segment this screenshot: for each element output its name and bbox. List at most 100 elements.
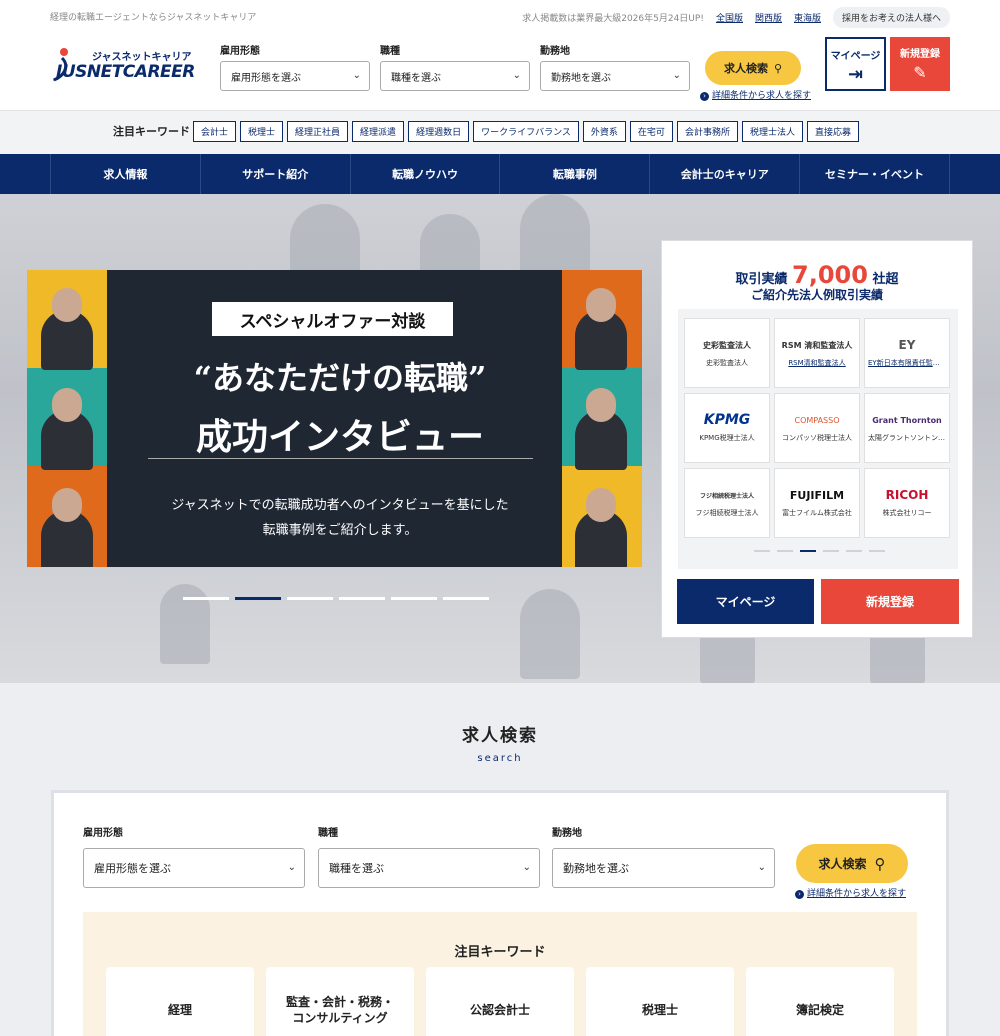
client-name: 太陽グラントソントン税理士法人 bbox=[868, 434, 946, 442]
slider-dot[interactable] bbox=[777, 550, 793, 552]
client-count: 7,000 bbox=[792, 261, 868, 289]
header-employment-field: 雇用形態 雇用形態を選ぶ ⌄ bbox=[220, 42, 370, 91]
client-slider-dots bbox=[754, 550, 885, 552]
keyword-tag[interactable]: 直接応募 bbox=[806, 121, 859, 142]
keyword-card-cpa[interactable]: 公認会計士 bbox=[426, 967, 574, 1036]
link-kansai[interactable]: 関西版 bbox=[755, 11, 782, 24]
nav-cpa-career[interactable]: 会計士のキャリア bbox=[649, 154, 799, 194]
search-jobtype-select[interactable]: 職種を選ぶ ⌄ bbox=[318, 848, 540, 888]
nav-seminar[interactable]: セミナー・イベント bbox=[799, 154, 950, 194]
banner-desc-line2: 転職事例をご紹介します。 bbox=[262, 523, 418, 538]
keyword-tag[interactable]: 税理士法人 bbox=[741, 121, 803, 142]
select-value: 勤務地を選ぶ bbox=[563, 862, 629, 875]
client-card[interactable]: Grant Thornton 太陽グラントソントン税理士法人 bbox=[864, 393, 950, 463]
slider-dot[interactable] bbox=[869, 550, 885, 552]
header-jobtype-label: 職種 bbox=[380, 46, 400, 57]
client-logo: 史彩監査法人 bbox=[703, 340, 751, 350]
header-search-button[interactable]: 求人検索 ⚲ bbox=[705, 51, 801, 85]
keyword-tag[interactable]: 外資系 bbox=[582, 121, 626, 142]
client-card[interactable]: FUJIFILM 富士フイルム株式会社 bbox=[774, 468, 860, 538]
slider-dot[interactable] bbox=[754, 550, 770, 552]
client-panel: 取引実績 7,000 社超 ご紹介先法人例取引実績 史彩監査法人 史彩監査法人 R… bbox=[661, 240, 973, 638]
search-button[interactable]: 求人検索 ⚲ bbox=[796, 844, 908, 883]
banner-desc-line1: ジャスネットでの転職成功者へのインタビューを基にした bbox=[171, 498, 509, 513]
header-employment-label: 雇用形態 bbox=[220, 46, 260, 57]
keyword-tag[interactable]: ワークライフバランス bbox=[473, 121, 579, 142]
header-location-label: 勤務地 bbox=[540, 46, 570, 57]
header-register-button[interactable]: 新規登録 ✎ bbox=[890, 37, 950, 91]
chevron-down-icon: ⌄ bbox=[512, 70, 521, 81]
client-logo: FUJIFILM bbox=[789, 488, 845, 502]
slider-dot[interactable] bbox=[800, 550, 816, 552]
client-logo: EY bbox=[898, 338, 916, 352]
search-employment-field: 雇用形態 雇用形態を選ぶ ⌄ bbox=[83, 824, 305, 888]
keyword-card-tax-accountant[interactable]: 税理士 bbox=[586, 967, 734, 1036]
keyword-tag[interactable]: 在宅可 bbox=[629, 121, 673, 142]
slider-dot[interactable] bbox=[391, 597, 437, 600]
client-card[interactable]: 史彩監査法人 史彩監査法人 bbox=[684, 318, 770, 388]
search-button-label: 求人検索 bbox=[723, 62, 768, 75]
keyword-label: 注目キーワード bbox=[113, 125, 190, 138]
nav-job-info[interactable]: 求人情報 bbox=[50, 154, 200, 194]
keyword-tag[interactable]: 税理士 bbox=[240, 121, 284, 142]
panel-mypage-button[interactable]: マイページ bbox=[677, 579, 814, 624]
keyword-list: 会計士 税理士 経理正社員 経理派遣 経理週数日 ワークライフバランス 外資系 … bbox=[193, 121, 859, 142]
chevron-down-icon: ⌄ bbox=[522, 862, 531, 873]
search-employment-select[interactable]: 雇用形態を選ぶ ⌄ bbox=[83, 848, 305, 888]
slider-dot[interactable] bbox=[846, 550, 862, 552]
link-national[interactable]: 全国版 bbox=[716, 11, 743, 24]
keyword-tag[interactable]: 会計事務所 bbox=[676, 121, 738, 142]
search-icon: ⚲ bbox=[874, 854, 886, 873]
header-jobtype-select[interactable]: 職種を選ぶ ⌄ bbox=[380, 61, 530, 91]
banner-person-photo bbox=[575, 388, 627, 470]
link-tokai[interactable]: 東海版 bbox=[794, 11, 821, 24]
header-location-select[interactable]: 勤務地を選ぶ ⌄ bbox=[540, 61, 690, 91]
keyword-tag[interactable]: 経理派遣 bbox=[352, 121, 405, 142]
client-card[interactable]: COMPASSO コンパッソ税理士法人 bbox=[774, 393, 860, 463]
banner-person-photo bbox=[575, 288, 627, 370]
select-value: 職種を選ぶ bbox=[329, 862, 384, 875]
keyword-tag[interactable]: 経理正社員 bbox=[287, 121, 349, 142]
slider-dot[interactable] bbox=[287, 597, 333, 600]
slider-dot[interactable] bbox=[443, 597, 489, 600]
client-name: コンパッソ税理士法人 bbox=[782, 434, 852, 442]
panel-register-button[interactable]: 新規登録 bbox=[821, 579, 959, 624]
top-links: 求人掲載数は業界最大級2026年5月24日UP! 全国版 関西版 東海版 採用を… bbox=[522, 7, 950, 28]
banner-person-photo bbox=[575, 488, 627, 567]
search-section-title: 求人検索 bbox=[462, 726, 538, 746]
client-logo: RSM 清和監査法人 bbox=[781, 340, 853, 350]
nav-support[interactable]: サポート紹介 bbox=[199, 154, 350, 194]
client-title-pre: 取引実績 bbox=[735, 272, 788, 287]
client-name: RSM清和監査法人 bbox=[788, 359, 846, 367]
main-nav: 求人情報 サポート紹介 転職ノウハウ 転職事例 会計士のキャリア セミナー・イベ… bbox=[0, 154, 1000, 194]
header-employment-select[interactable]: 雇用形態を選ぶ ⌄ bbox=[220, 61, 370, 91]
header-jobtype-field: 職種 職種を選ぶ ⌄ bbox=[380, 42, 530, 91]
slider-dot[interactable] bbox=[823, 550, 839, 552]
keyword-tag[interactable]: 会計士 bbox=[193, 121, 237, 142]
slider-dot[interactable] bbox=[339, 597, 385, 600]
keyword-tag[interactable]: 経理週数日 bbox=[408, 121, 470, 142]
nav-cases[interactable]: 転職事例 bbox=[499, 154, 649, 194]
site-logo[interactable]: ジャスネットキャリア JUSNETCAREER bbox=[50, 46, 200, 86]
slider-dot[interactable] bbox=[235, 597, 281, 600]
register-label: 新規登録 bbox=[900, 49, 940, 60]
keyword-card-bookkeeping[interactable]: 簿記検定 bbox=[746, 967, 894, 1036]
arrow-right-icon: › bbox=[795, 890, 804, 899]
client-card[interactable]: KPMG KPMG税理士法人 bbox=[684, 393, 770, 463]
client-card[interactable]: EY EY新日本有限責任監査法人 bbox=[864, 318, 950, 388]
advanced-search-link[interactable]: › 詳細条件から求人を探す bbox=[795, 886, 906, 899]
client-card[interactable]: フジ相続税理士法人 フジ相続税理士法人 bbox=[684, 468, 770, 538]
client-card[interactable]: RICOH 株式会社リコー bbox=[864, 468, 950, 538]
slider-dot[interactable] bbox=[183, 597, 229, 600]
header-advanced-search-link[interactable]: › 詳細条件から求人を探す bbox=[700, 88, 811, 101]
search-button-label: 求人検索 bbox=[818, 857, 867, 871]
keyword-card-audit[interactable]: 監査・会計・税務・ コンサルティング bbox=[266, 967, 414, 1036]
client-name: KPMG税理士法人 bbox=[699, 434, 755, 442]
keyword-card-accounting[interactable]: 経理 bbox=[106, 967, 254, 1036]
search-location-select[interactable]: 勤務地を選ぶ ⌄ bbox=[552, 848, 775, 888]
client-card[interactable]: RSM 清和監査法人 RSM清和監査法人 bbox=[774, 318, 860, 388]
corporate-button[interactable]: 採用をお考えの法人様へ bbox=[832, 7, 950, 28]
nav-knowhow[interactable]: 転職ノウハウ bbox=[349, 154, 500, 194]
client-logo: RICOH bbox=[885, 488, 929, 502]
header-mypage-button[interactable]: マイページ ⇥ bbox=[825, 37, 886, 91]
